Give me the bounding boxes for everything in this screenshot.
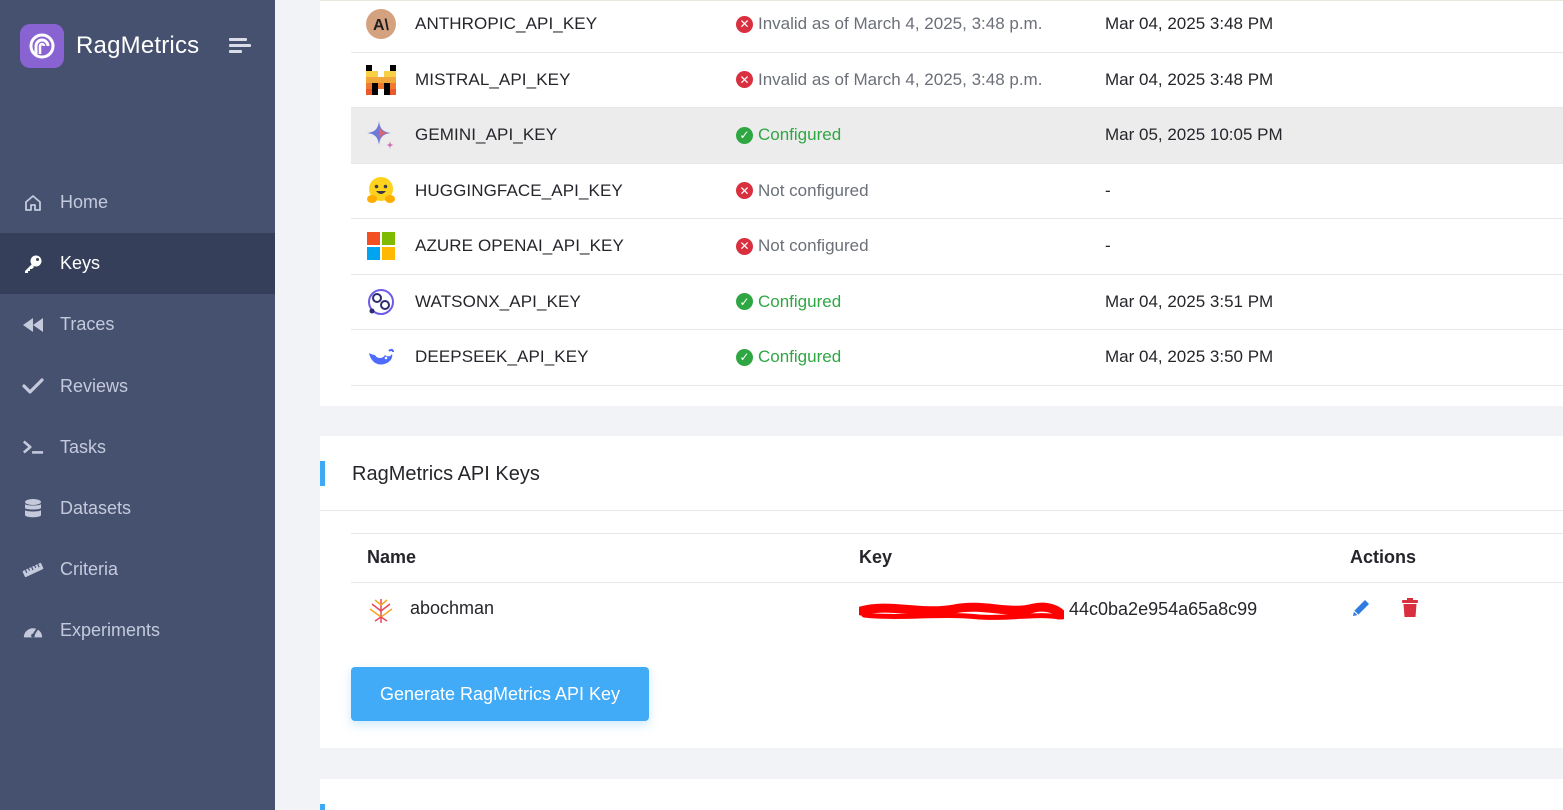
edit-pencil-icon[interactable]	[1350, 597, 1372, 619]
redacted-key-prefix	[859, 599, 1064, 623]
sidebar-item-label: Reviews	[60, 375, 129, 396]
huggingface-icon	[365, 175, 397, 207]
api-key-value: 44c0ba2e954a65a8c99	[1069, 599, 1258, 619]
provider-updated-date: -	[1105, 236, 1111, 256]
provider-name: HUGGINGFACE_API_KEY	[415, 180, 623, 200]
success-icon: ✓	[736, 348, 753, 366]
gauge-icon	[22, 620, 44, 642]
key-icon	[22, 253, 44, 275]
table-row: abochman 44c0ba2e954a65a8c99	[351, 583, 1563, 638]
sidebar-item-tasks[interactable]: Tasks	[0, 417, 275, 478]
provider-row-watsonx[interactable]: WATSONX_API_KEY ✓ Configured Mar 04, 2025…	[351, 275, 1563, 330]
success-icon: ✓	[736, 126, 753, 144]
watsonx-icon	[365, 286, 397, 318]
ragmetrics-api-keys-card: RagMetrics API Keys Name Key Actions abo…	[320, 436, 1563, 748]
provider-row-deepseek[interactable]: DEEPSEEK_API_KEY ✓ Configured Mar 04, 202…	[351, 330, 1563, 386]
provider-name: DEEPSEEK_API_KEY	[415, 347, 589, 367]
sidebar-item-label: Traces	[60, 314, 115, 335]
section-accent	[320, 804, 325, 810]
column-header-actions: Actions	[1350, 547, 1417, 567]
svg-text:A\: A\	[373, 17, 390, 34]
divider	[320, 510, 1563, 511]
provider-updated-date: Mar 04, 2025 3:50 PM	[1105, 347, 1274, 367]
terminal-icon	[22, 436, 44, 458]
generate-api-key-button[interactable]: Generate RagMetrics API Key	[351, 667, 649, 721]
llm-provider-keys-card: A\ ANTHROPIC_API_KEY ✕ Invalid as of Marc…	[320, 0, 1563, 406]
table-header: Name Key Actions	[351, 533, 1563, 583]
user-avatar-icon	[365, 595, 397, 632]
sidebar-item-label: Criteria	[60, 559, 119, 580]
provider-name: MISTRAL_API_KEY	[415, 69, 571, 89]
provider-name: ANTHROPIC_API_KEY	[415, 14, 598, 34]
sidebar-item-label: Keys	[60, 253, 101, 274]
provider-status: ✕ Not configured	[736, 236, 869, 256]
mistral-icon	[365, 64, 397, 96]
sidebar-item-label: Home	[60, 192, 109, 213]
provider-row-gemini[interactable]: GEMINI_API_KEY ✓ Configured Mar 05, 2025 …	[351, 108, 1563, 164]
provider-updated-date: -	[1105, 180, 1111, 200]
section-accent	[320, 461, 325, 486]
provider-name: AZURE OPENAI_API_KEY	[415, 236, 624, 256]
error-icon: ✕	[736, 237, 753, 255]
column-header-name: Name	[367, 547, 417, 567]
delete-trash-icon[interactable]	[1401, 597, 1421, 619]
provider-row-mistral[interactable]: MISTRAL_API_KEY ✕ Invalid as of March 4, …	[351, 53, 1563, 108]
gemini-icon	[365, 119, 397, 151]
anthropic-icon: A\	[365, 8, 397, 40]
check-icon	[22, 375, 44, 397]
menu-toggle-icon[interactable]	[229, 38, 251, 56]
success-icon: ✓	[736, 293, 753, 311]
sidebar-item-home[interactable]: Home	[0, 172, 275, 233]
sidebar-item-keys[interactable]: Keys	[0, 233, 275, 295]
provider-updated-date: Mar 04, 2025 3:48 PM	[1105, 69, 1274, 89]
sidebar-item-traces[interactable]: Traces	[0, 294, 275, 355]
sidebar-item-criteria[interactable]: Criteria	[0, 539, 275, 600]
brand-name: RagMetrics	[76, 32, 200, 59]
brand[interactable]: RagMetrics	[20, 24, 199, 68]
provider-status: ✕ Invalid as of March 4, 2025, 3:48 p.m.	[736, 70, 1042, 90]
sidebar-nav: Home Keys Traces Reviews Tasks Datasets …	[0, 172, 275, 662]
sidebar-item-label: Datasets	[60, 498, 132, 519]
ruler-icon	[22, 559, 44, 581]
provider-row-anthropic[interactable]: A\ ANTHROPIC_API_KEY ✕ Invalid as of Marc…	[351, 0, 1563, 53]
microsoft-icon	[365, 230, 397, 262]
error-icon: ✕	[736, 71, 753, 89]
error-icon: ✕	[736, 15, 753, 33]
sidebar-item-datasets[interactable]: Datasets	[0, 478, 275, 539]
provider-updated-date: Mar 05, 2025 10:05 PM	[1105, 125, 1283, 145]
database-icon	[22, 498, 44, 520]
provider-name: WATSONX_API_KEY	[415, 291, 581, 311]
next-section-card	[320, 779, 1563, 810]
provider-row-huggingface[interactable]: HUGGINGFACE_API_KEY ✕ Not configured -	[351, 164, 1563, 219]
ragmetrics-logo-icon	[20, 24, 64, 68]
error-icon: ✕	[736, 182, 753, 200]
sidebar-item-label: Experiments	[60, 620, 161, 641]
sidebar-item-label: Tasks	[60, 436, 107, 457]
provider-name: GEMINI_API_KEY	[415, 125, 558, 145]
sidebar: RagMetrics Home Keys Traces Reviews Task…	[0, 0, 275, 810]
provider-status: ✕ Not configured	[736, 181, 869, 201]
api-key-owner-name: abochman	[410, 598, 495, 618]
sidebar-item-reviews[interactable]: Reviews	[0, 356, 275, 417]
provider-status: ✓ Configured	[736, 347, 841, 367]
provider-updated-date: Mar 04, 2025 3:51 PM	[1105, 291, 1274, 311]
provider-status: ✓ Configured	[736, 292, 841, 312]
sidebar-item-experiments[interactable]: Experiments	[0, 600, 275, 661]
provider-row-azure-openai[interactable]: AZURE OPENAI_API_KEY ✕ Not configured -	[351, 219, 1563, 275]
section-title: RagMetrics API Keys	[352, 463, 540, 485]
provider-status: ✕ Invalid as of March 4, 2025, 3:48 p.m.	[736, 14, 1042, 34]
column-header-key: Key	[859, 547, 893, 567]
rewind-icon	[22, 314, 44, 336]
home-icon	[22, 192, 44, 214]
provider-status: ✓ Configured	[736, 125, 841, 145]
provider-updated-date: Mar 04, 2025 3:48 PM	[1105, 14, 1274, 34]
deepseek-icon	[365, 341, 397, 373]
